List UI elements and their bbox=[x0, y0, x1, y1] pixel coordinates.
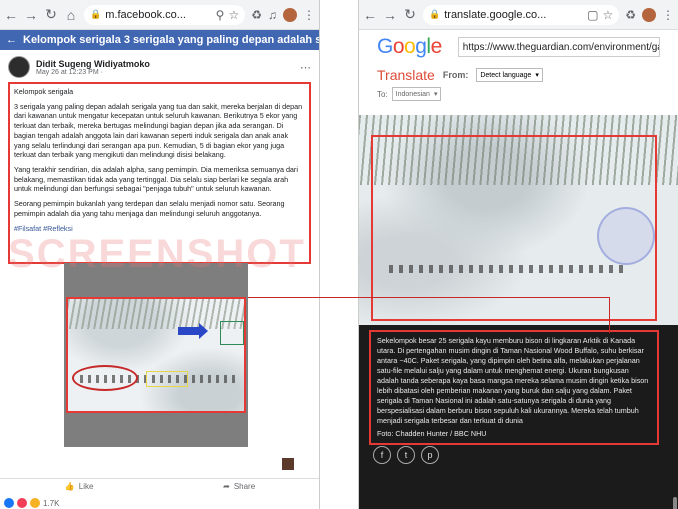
like-button[interactable]: 👍 Like bbox=[65, 482, 94, 491]
post-timestamp[interactable]: May 26 at 12:23 PM · bbox=[36, 69, 150, 76]
translate-window: ← → ↻ 🔒 translate.google.co... ▢ ☆ ♻ ⋮ G… bbox=[358, 0, 678, 509]
from-language-value: Detect language bbox=[480, 71, 532, 79]
post-header: Didit Sugeng Widiyatmoko May 26 at 12:23… bbox=[0, 50, 319, 82]
love-reaction-icon bbox=[17, 498, 27, 508]
author-avatar[interactable] bbox=[8, 56, 30, 78]
green-box-annotation bbox=[220, 321, 244, 345]
chevron-down-icon: ▾ bbox=[433, 91, 438, 98]
address-text: m.facebook.co... bbox=[105, 8, 186, 21]
back-icon[interactable]: ← bbox=[363, 7, 377, 23]
browser-toolbar-right: ← → ↻ 🔒 translate.google.co... ▢ ☆ ♻ ⋮ bbox=[359, 0, 678, 30]
google-logo[interactable]: Google bbox=[377, 35, 442, 59]
reload-icon[interactable]: ↻ bbox=[44, 6, 58, 23]
chevron-down-icon: ▾ bbox=[535, 72, 539, 79]
translated-page: Sekelompok besar 25 serigala kayu membur… bbox=[359, 115, 678, 509]
back-arrow-icon[interactable]: ← bbox=[6, 34, 17, 46]
menu-kebab-icon[interactable]: ⋮ bbox=[662, 8, 674, 22]
share-icons: f t p bbox=[373, 446, 439, 464]
browser-toolbar: ← → ↻ ⌂ 🔒 m.facebook.co... ⚲ ☆ ♻ ♫ ⋮ bbox=[0, 0, 319, 30]
comparison-connector-line bbox=[609, 297, 610, 333]
screenshot-root: ← → ↻ ⌂ 🔒 m.facebook.co... ⚲ ☆ ♻ ♫ ⋮ ← K… bbox=[0, 0, 678, 509]
source-url-input[interactable]: https://www.theguardian.com/environment/… bbox=[457, 37, 660, 57]
facebook-window: ← → ↻ ⌂ 🔒 m.facebook.co... ⚲ ☆ ♻ ♫ ⋮ ← K… bbox=[0, 0, 320, 509]
photo-caption-box: Sekelompok besar 25 serigala kayu membur… bbox=[369, 330, 659, 446]
share-icon: ➦ bbox=[223, 482, 230, 491]
post-paragraph: 3 serigala yang paling depan adalah seri… bbox=[14, 101, 303, 160]
forward-icon[interactable]: → bbox=[24, 7, 38, 23]
profile-avatar[interactable] bbox=[283, 7, 297, 22]
like-reaction-icon bbox=[4, 498, 14, 508]
author-name[interactable]: Didit Sugeng Widiyatmoko bbox=[36, 59, 150, 69]
wolf-pack-photo bbox=[66, 297, 246, 413]
page-title: Kelompok serigala 3 serigala yang paling… bbox=[23, 34, 319, 46]
zoom-icon[interactable]: ⚲ bbox=[216, 8, 225, 22]
translate-label: Translate bbox=[377, 67, 435, 83]
more-options-icon[interactable]: ⋯ bbox=[300, 61, 311, 74]
photo-highlight-box bbox=[371, 135, 657, 321]
yellow-box-annotation bbox=[146, 371, 188, 387]
lock-icon: 🔒 bbox=[429, 9, 441, 19]
forward-icon[interactable]: → bbox=[383, 7, 397, 23]
pinterest-share-icon[interactable]: p bbox=[421, 446, 439, 464]
hashtags[interactable]: #Filsafat #Refleksi bbox=[14, 224, 305, 234]
reaction-count: 1.7K bbox=[43, 498, 60, 508]
post-image[interactable] bbox=[64, 263, 248, 447]
profile-avatar[interactable] bbox=[642, 7, 656, 22]
fb-header: ← Kelompok serigala 3 serigala yang pali… bbox=[0, 30, 319, 50]
lock-icon: 🔒 bbox=[90, 9, 102, 19]
commenter-avatar[interactable] bbox=[282, 458, 294, 470]
bookmark-star-icon[interactable]: ☆ bbox=[602, 8, 613, 22]
reaction-summary[interactable]: 1.7K bbox=[4, 498, 59, 508]
extensions-icon[interactable]: ♻ bbox=[251, 8, 262, 22]
home-icon[interactable]: ⌂ bbox=[64, 7, 78, 23]
post-paragraph: Yang terakhir sendirian, dia adalah alph… bbox=[14, 165, 298, 194]
comparison-connector-line bbox=[248, 297, 610, 298]
from-language-select[interactable]: Detect language ▾ bbox=[476, 68, 543, 82]
thumbs-up-icon: 👍 bbox=[64, 482, 75, 491]
guardian-photo[interactable] bbox=[359, 115, 678, 325]
to-language-value: Indonesian bbox=[395, 90, 430, 98]
address-text: translate.google.co... bbox=[444, 8, 547, 21]
share-label: Share bbox=[233, 482, 256, 491]
wow-reaction-icon bbox=[30, 498, 40, 508]
scrollbar[interactable] bbox=[673, 497, 677, 509]
to-language-row: To: Indonesian ▾ bbox=[359, 86, 678, 102]
back-icon[interactable]: ← bbox=[4, 7, 18, 23]
post-paragraph: Kelompok serigala bbox=[14, 87, 74, 96]
menu-kebab-icon[interactable]: ⋮ bbox=[303, 8, 315, 22]
facebook-share-icon[interactable]: f bbox=[373, 446, 391, 464]
extensions-icon[interactable]: ♻ bbox=[625, 8, 636, 22]
translate-controls: Translate From: Detect language ▾ bbox=[359, 64, 678, 86]
red-ellipse-annotation bbox=[72, 365, 138, 391]
address-bar[interactable]: 🔒 translate.google.co... ▢ ☆ bbox=[423, 4, 620, 25]
to-label: To: bbox=[377, 89, 388, 99]
post-text-box: Kelompok serigala 3 serigala yang paling… bbox=[8, 82, 311, 264]
from-label: From: bbox=[442, 70, 469, 80]
cast-icon[interactable]: ▢ bbox=[587, 8, 598, 22]
reload-icon[interactable]: ↻ bbox=[403, 6, 417, 23]
bookmark-star-icon[interactable]: ☆ bbox=[228, 8, 239, 22]
post-paragraph: Seorang pemimpin bukanlah yang terdepan … bbox=[14, 199, 285, 218]
to-language-select[interactable]: Indonesian ▾ bbox=[391, 87, 442, 101]
media-icon[interactable]: ♫ bbox=[268, 8, 277, 22]
caption-text: Sekelompok besar 25 serigala kayu membur… bbox=[377, 336, 649, 425]
twitter-share-icon[interactable]: t bbox=[397, 446, 415, 464]
google-header: Google https://www.theguardian.com/envir… bbox=[359, 30, 678, 64]
blue-arrow-annotation bbox=[178, 323, 208, 339]
share-button[interactable]: ➦ Share bbox=[223, 482, 255, 491]
post-actions: 👍 Like ➦ Share bbox=[0, 478, 319, 494]
photo-credit: Foto: Chadden Hunter / BBC NHU bbox=[377, 429, 487, 439]
divider-gap bbox=[320, 0, 358, 509]
address-bar[interactable]: 🔒 m.facebook.co... ⚲ ☆ bbox=[84, 4, 246, 25]
like-label: Like bbox=[78, 482, 94, 491]
